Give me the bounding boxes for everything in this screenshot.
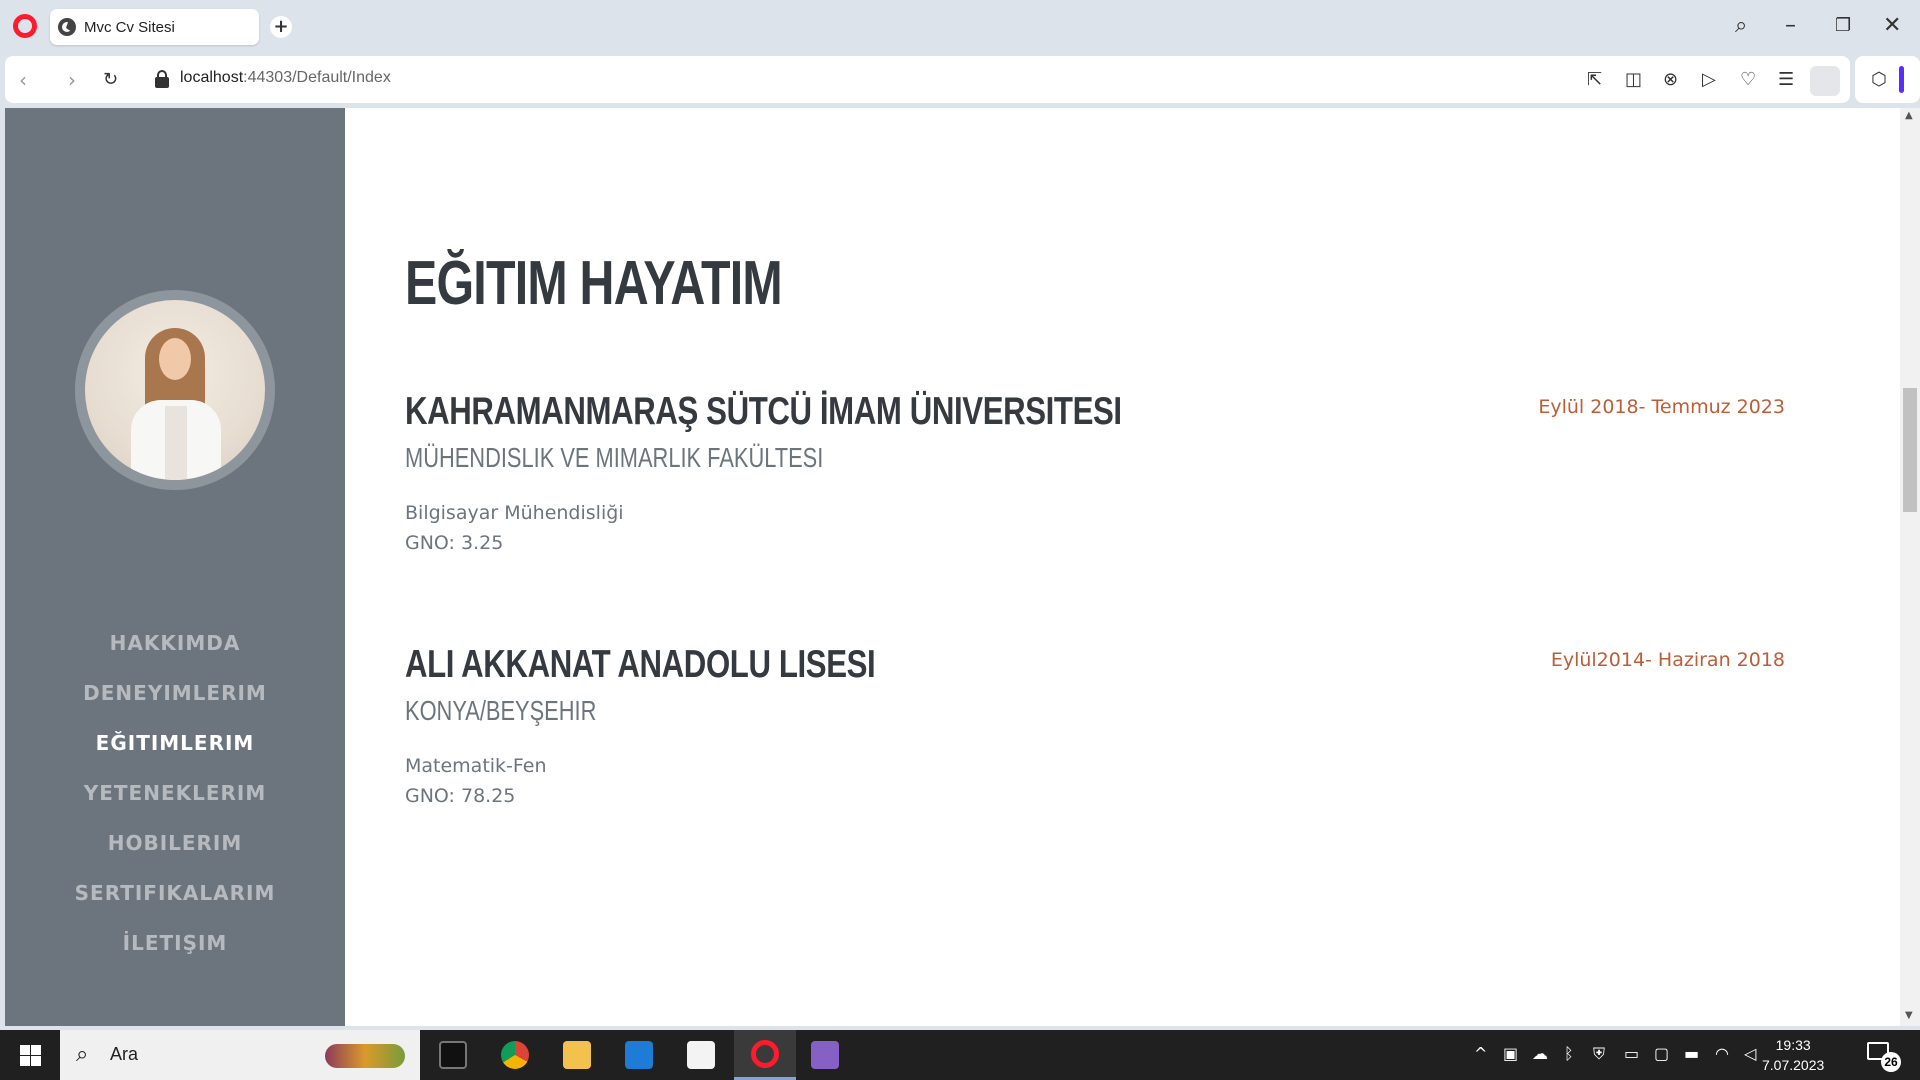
display-icon[interactable]: ▢ bbox=[1654, 1044, 1669, 1063]
profile-photo-frame bbox=[75, 290, 275, 490]
school-name: KAHRAMANMARAŞ SÜTCÜ İMAM ÜNIVERSITESI bbox=[405, 390, 1122, 433]
heart-icon[interactable]: ♡ bbox=[1740, 68, 1756, 92]
minimize-icon[interactable]: – bbox=[1785, 12, 1796, 40]
sidebar: HAKKIMDA DENEYIMLERIM EĞITIMLERIM YETENE… bbox=[5, 108, 345, 1026]
volume-icon[interactable]: ◁ bbox=[1744, 1044, 1756, 1063]
scrollbar-thumb[interactable] bbox=[1903, 388, 1917, 512]
onedrive-icon[interactable]: ☁ bbox=[1532, 1044, 1548, 1063]
date-range: Eylül 2018- Temmuz 2023 bbox=[1538, 396, 1785, 418]
bluetooth-icon[interactable]: ᛒ bbox=[1564, 1044, 1574, 1063]
gpa-text: GNO: 78.25 bbox=[405, 785, 516, 807]
system-clock[interactable]: 19:33 7.07.2023 bbox=[1762, 1035, 1824, 1075]
chrome-app-icon[interactable] bbox=[490, 1030, 540, 1080]
new-tab-icon[interactable]: + bbox=[270, 16, 292, 38]
sidebar-nav: HAKKIMDA DENEYIMLERIM EĞITIMLERIM YETENE… bbox=[5, 618, 345, 968]
file-explorer-icon[interactable] bbox=[552, 1030, 602, 1080]
show-hidden-icons[interactable]: ^ bbox=[1474, 1044, 1487, 1063]
adblock-icon[interactable]: ⊗ bbox=[1663, 68, 1678, 92]
notification-count: 26 bbox=[1881, 1052, 1901, 1072]
windows-start-icon[interactable] bbox=[20, 1045, 41, 1066]
education-entry: ALI AKKANAT ANADOLU LISESI KONYA/BEYŞEHI… bbox=[405, 643, 1785, 811]
page-viewport: HAKKIMDA DENEYIMLERIM EĞITIMLERIM YETENE… bbox=[5, 108, 1920, 1026]
nav-item-sertifikalarim[interactable]: SERTIFIKALARIM bbox=[5, 868, 345, 918]
url-path: :44303/Default/Index bbox=[243, 69, 391, 86]
school-details: Bilgisayar Mühendisliği GNO: 3.25 bbox=[405, 498, 1785, 558]
battery-icon[interactable]: ▬ bbox=[1684, 1044, 1699, 1063]
play-icon[interactable]: ▷ bbox=[1702, 68, 1716, 92]
address-bar: ‹ › ↻ localhost:44303/Default/Index ⇱ ◫ … bbox=[5, 56, 1850, 103]
scroll-down-icon[interactable]: ▼ bbox=[1905, 1010, 1913, 1021]
nav-item-egitimlerim[interactable]: EĞITIMLERIM bbox=[5, 718, 345, 768]
globe-icon bbox=[58, 18, 76, 36]
search-highlight-image bbox=[325, 1044, 405, 1068]
share-icon[interactable]: ⇱ bbox=[1587, 68, 1602, 92]
school-subtitle: MÜHENDISLIK VE MIMARLIK FAKÜLTESI bbox=[405, 442, 824, 473]
program-text: Bilgisayar Mühendisliği bbox=[405, 502, 624, 524]
forward-icon[interactable]: › bbox=[68, 68, 76, 92]
back-icon[interactable]: ‹ bbox=[19, 68, 27, 92]
search-tabs-icon[interactable]: ⌕ bbox=[1735, 12, 1747, 40]
security-icon[interactable]: ⛨ bbox=[1593, 1044, 1605, 1064]
visual-studio-app-icon[interactable] bbox=[800, 1030, 850, 1080]
browser-tab-bar: Mvc Cv Sitesi + ⌕ – ❐ ✕ bbox=[0, 0, 1920, 54]
store-app-icon[interactable] bbox=[676, 1030, 726, 1080]
program-text: Matematik-Fen bbox=[405, 755, 547, 777]
extensions-area: ⬡ bbox=[1855, 56, 1920, 103]
nav-item-yeteneklerim[interactable]: YETENEKLERIM bbox=[5, 768, 345, 818]
url-field[interactable]: localhost:44303/Default/Index bbox=[180, 69, 391, 87]
lock-icon[interactable] bbox=[155, 70, 169, 88]
sidebar-toggle[interactable] bbox=[1899, 66, 1904, 93]
clock-date: 7.07.2023 bbox=[1762, 1057, 1825, 1073]
profile-photo bbox=[85, 300, 265, 480]
restore-icon[interactable]: ❐ bbox=[1835, 12, 1851, 40]
meet-now-icon[interactable]: ▭ bbox=[1624, 1044, 1639, 1063]
wifi-icon[interactable]: ◠ bbox=[1715, 1044, 1729, 1063]
date-range: Eylül2014- Haziran 2018 bbox=[1550, 649, 1785, 671]
settings-icon[interactable]: ☰ bbox=[1778, 68, 1794, 92]
profile-icon[interactable] bbox=[1810, 66, 1840, 96]
gpa-text: GNO: 3.25 bbox=[405, 532, 504, 554]
extensions-icon[interactable]: ⬡ bbox=[1871, 69, 1887, 90]
nav-item-hobilerim[interactable]: HOBILERIM bbox=[5, 818, 345, 868]
school-name: ALI AKKANAT ANADOLU LISESI bbox=[405, 643, 876, 686]
taskbar-search[interactable]: ⌕ Ara bbox=[60, 1030, 420, 1080]
notifications-icon[interactable]: 26 bbox=[1865, 1040, 1901, 1072]
clock-time: 19:33 bbox=[1775, 1037, 1811, 1053]
opera-app-icon[interactable] bbox=[734, 1030, 796, 1080]
close-icon[interactable]: ✕ bbox=[1883, 12, 1901, 40]
nav-item-deneyimlerim[interactable]: DENEYIMLERIM bbox=[5, 668, 345, 718]
opera-logo-icon[interactable] bbox=[13, 14, 37, 38]
terminal-app-icon[interactable] bbox=[428, 1030, 478, 1080]
scroll-up-icon[interactable]: ▲ bbox=[1905, 110, 1913, 121]
school-subtitle: KONYA/BEYŞEHIR bbox=[405, 695, 597, 726]
nav-item-hakkimda[interactable]: HAKKIMDA bbox=[5, 618, 345, 668]
education-entry: KAHRAMANMARAŞ SÜTCÜ İMAM ÜNIVERSITESI MÜ… bbox=[405, 390, 1785, 558]
browser-tab[interactable]: Mvc Cv Sitesi bbox=[50, 9, 259, 45]
mail-app-icon[interactable] bbox=[614, 1030, 664, 1080]
scrollbar[interactable]: ▲ ▼ bbox=[1900, 108, 1920, 1026]
search-icon: ⌕ bbox=[76, 1042, 89, 1067]
school-details: Matematik-Fen GNO: 78.25 bbox=[405, 751, 1785, 811]
taskbar: ⌕ Ara ^ ▣ ☁ ᛒ ⛨ ▭ ▢ ▬ ◠ ◁ 19:33 7.07.202… bbox=[0, 1030, 1920, 1080]
tab-title: Mvc Cv Sitesi bbox=[84, 18, 175, 36]
search-placeholder: Ara bbox=[110, 1044, 139, 1064]
reload-icon[interactable]: ↻ bbox=[103, 68, 118, 92]
camera-icon[interactable]: ◫ bbox=[1625, 68, 1642, 92]
url-host: localhost bbox=[180, 69, 244, 86]
nav-item-iletisim[interactable]: İLETIŞIM bbox=[5, 918, 345, 968]
tray-app-icon[interactable]: ▣ bbox=[1503, 1044, 1518, 1063]
page-title: EĞITIM HAYATIM bbox=[405, 249, 783, 318]
